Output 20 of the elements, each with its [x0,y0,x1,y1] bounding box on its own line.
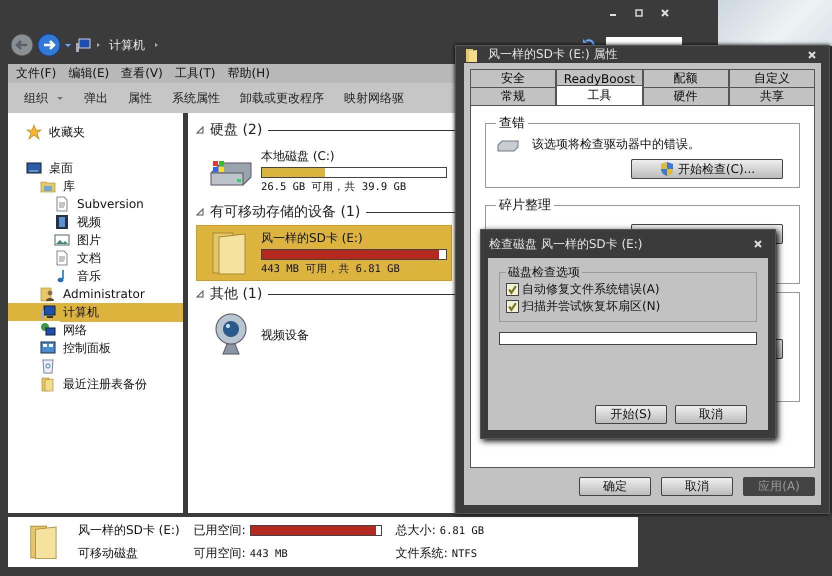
total-size-value: 6.81 GB [440,524,484,536]
total-size-label: 总大小: [396,522,436,539]
drive-name: 视频设备 [261,326,310,344]
drive-detail: 443 MB 可用，共 6.81 GB [261,262,401,276]
free-space-label: 可用空间: [194,545,246,562]
drive-type: 可移动磁盘 [78,545,139,562]
file-system-label: 文件系统: [396,545,448,562]
drive-name: 风一样的SD卡 (E:) [261,230,364,247]
group-title: 查错 [498,115,526,132]
group-title: 磁盘检查选项 [507,264,581,281]
free-space-value: 443 MB [250,548,288,560]
description-text: 该选项将检查驱动器中的错误。 [532,136,700,153]
group-title: 碎片整理 [498,197,552,214]
file-system-value: NTFS [452,548,478,560]
drive-name: 本地磁盘 (C:) [261,148,336,165]
drive-detail: 26.5 GB 可用，共 39.9 GB [261,180,408,194]
drive-name: 风一样的SD卡 (E:) [78,522,180,539]
used-space-label: 已用空间: [194,522,246,539]
dialog-title: 风一样的SD卡 (E:) 属性 [488,46,618,63]
dialog-title: 检查磁盘 风一样的SD卡 (E:) [489,236,642,252]
